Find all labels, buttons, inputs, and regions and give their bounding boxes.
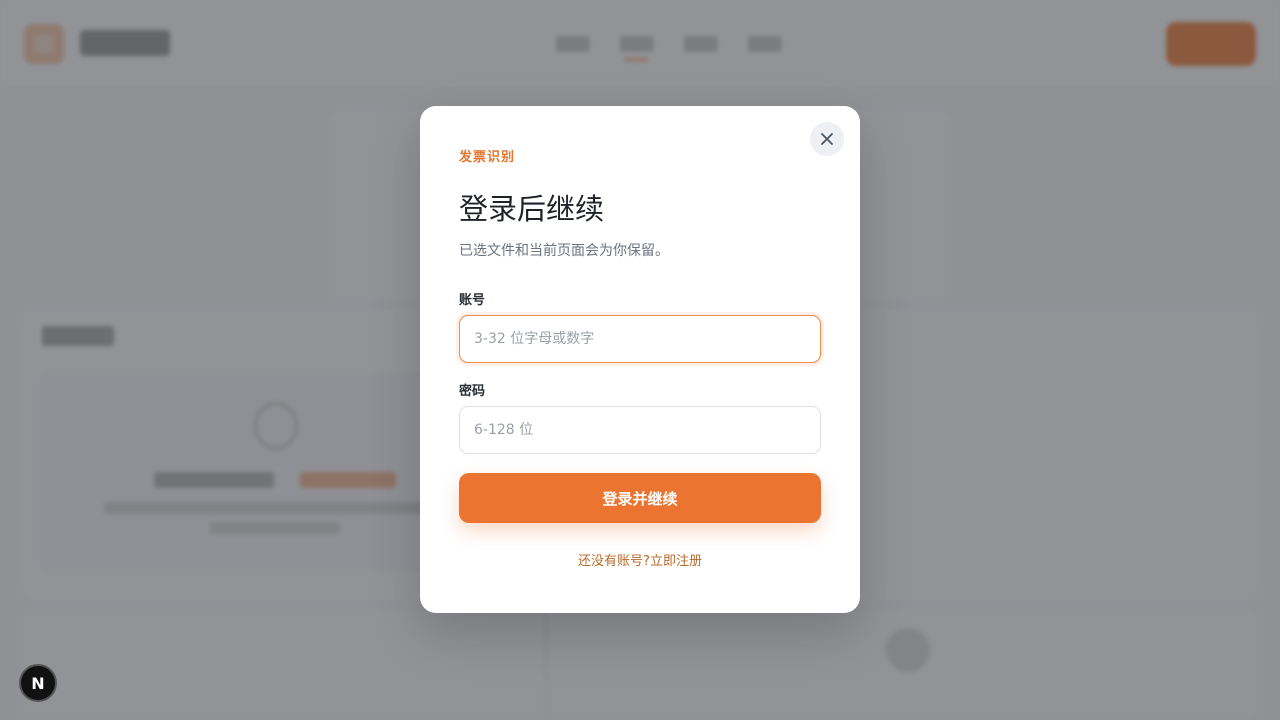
register-prompt: 还没有账号?: [578, 554, 650, 569]
close-icon: [821, 133, 833, 145]
account-label: 账号: [459, 293, 486, 308]
register-link[interactable]: 立即注册: [650, 554, 702, 569]
register-row: 还没有账号?立即注册: [420, 550, 860, 569]
dev-tools-badge[interactable]: N: [19, 664, 57, 702]
modal-title: 登录后继续: [459, 192, 605, 226]
password-input[interactable]: [459, 406, 821, 454]
login-continue-button[interactable]: 登录并继续: [459, 473, 821, 523]
modal-subtitle: 已选文件和当前页面会为你保留。: [459, 243, 669, 259]
close-button[interactable]: [810, 122, 844, 156]
login-modal: 发票识别 登录后继续 已选文件和当前页面会为你保留。 账号 密码 登录并继续 还…: [420, 106, 860, 613]
account-input[interactable]: [459, 315, 821, 363]
modal-eyebrow: 发票识别: [459, 150, 516, 165]
password-label: 密码: [459, 384, 486, 399]
